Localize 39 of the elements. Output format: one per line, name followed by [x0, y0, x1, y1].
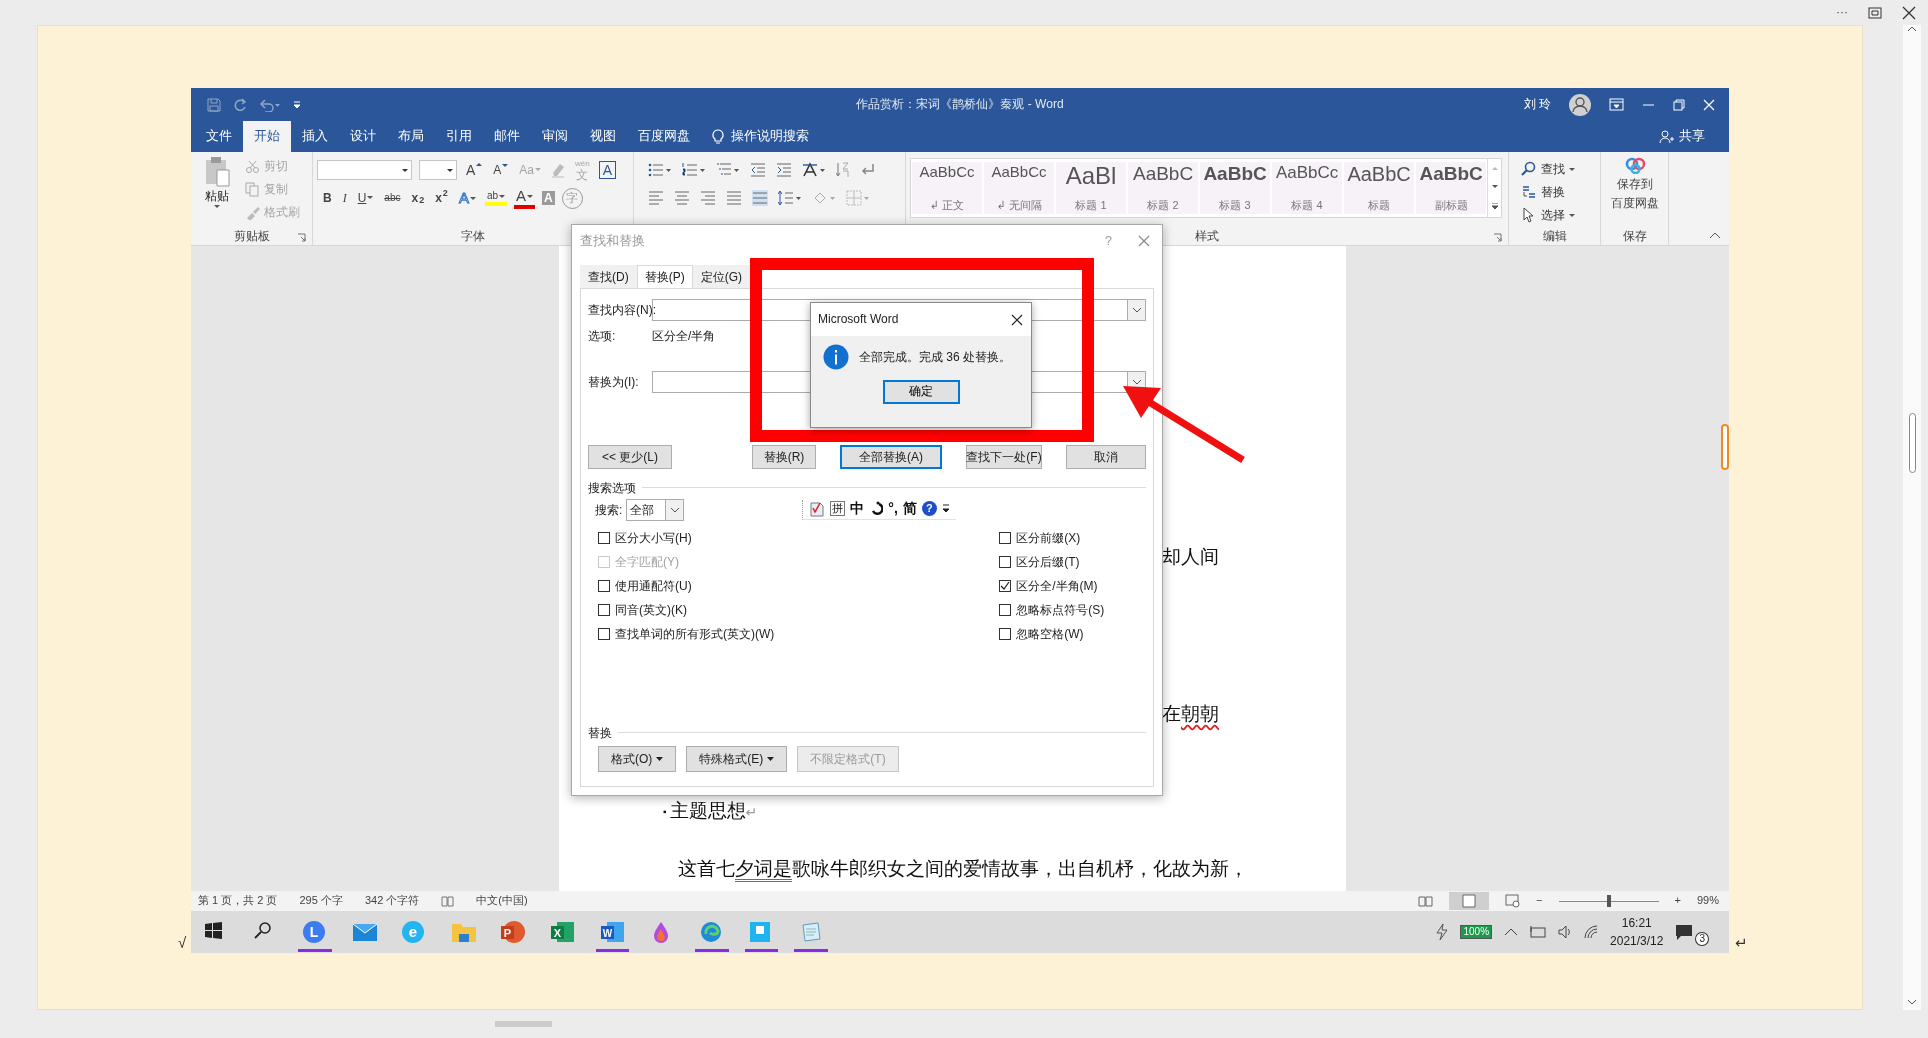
page-mark: √ [178, 934, 187, 952]
checkbox-label: 忽略空格(W) [1016, 626, 1084, 642]
field-label: 搜索: [595, 502, 623, 518]
message-box-title: Microsoft Word [818, 312, 899, 327]
checkbox-label: 查找单词的所有形式(英文)(W) [615, 626, 775, 642]
heading-text: ▪ 主题思想↵ [663, 800, 759, 823]
page-mark: ↵ [1735, 934, 1748, 952]
field-label: 选项: [588, 329, 617, 344]
field-label: 替换为(I): [588, 374, 640, 389]
group-label: 字体 [461, 229, 485, 244]
checkbox-label: 全字匹配(Y) [615, 554, 679, 570]
presentation-icon: P [501, 921, 526, 943]
user-name: 刘 玲 [1523, 97, 1551, 112]
status-text: 第 1 页，共 2 页 [198, 894, 278, 908]
checkbox-label: 同音(英文)(K) [615, 602, 687, 618]
browser-icon: e [402, 921, 427, 943]
checkbox-label: 区分前缀(X) [1016, 530, 1081, 546]
section-label: 替换 [588, 725, 612, 740]
checkbox-label: 区分后缀(T) [1016, 554, 1080, 570]
group-label: 保存 [1622, 229, 1647, 244]
notification-count: 3 [1695, 932, 1709, 946]
group-label: 样式 [1195, 229, 1219, 244]
status-text: 342 个字符 [364, 894, 420, 908]
group-label: 编辑 [1542, 229, 1567, 244]
window-title: 作品赏析：宋词《鹊桥仙》秦观 - Word [855, 97, 1065, 112]
checkbox-label: 区分大小写(H) [615, 530, 692, 546]
paragraph-text: 在朝朝 [1162, 703, 1220, 726]
dialog-title: 查找和替换 [580, 233, 645, 249]
paragraph-text: 这首七夕词是歌咏牛郎织女之间的爱情故事，出自机杼，化故为新， [678, 857, 1249, 880]
paragraph-text: 却人间 [1162, 546, 1220, 569]
group-label: 剪贴板 [233, 229, 270, 244]
message-text: 全部完成。完成 36 处替换。 [859, 349, 1011, 365]
checkbox-label: 区分全/半角(M) [1016, 578, 1098, 594]
checkbox-label: 忽略标点符号(S) [1016, 602, 1105, 618]
status-text: 295 个字 [299, 894, 343, 908]
options-value: 区分全/半角 [652, 329, 716, 344]
checkbox-label: 使用通配符(U) [615, 578, 692, 594]
section-label: 搜索选项 [588, 480, 636, 496]
circle-app-icon: L [303, 921, 327, 943]
